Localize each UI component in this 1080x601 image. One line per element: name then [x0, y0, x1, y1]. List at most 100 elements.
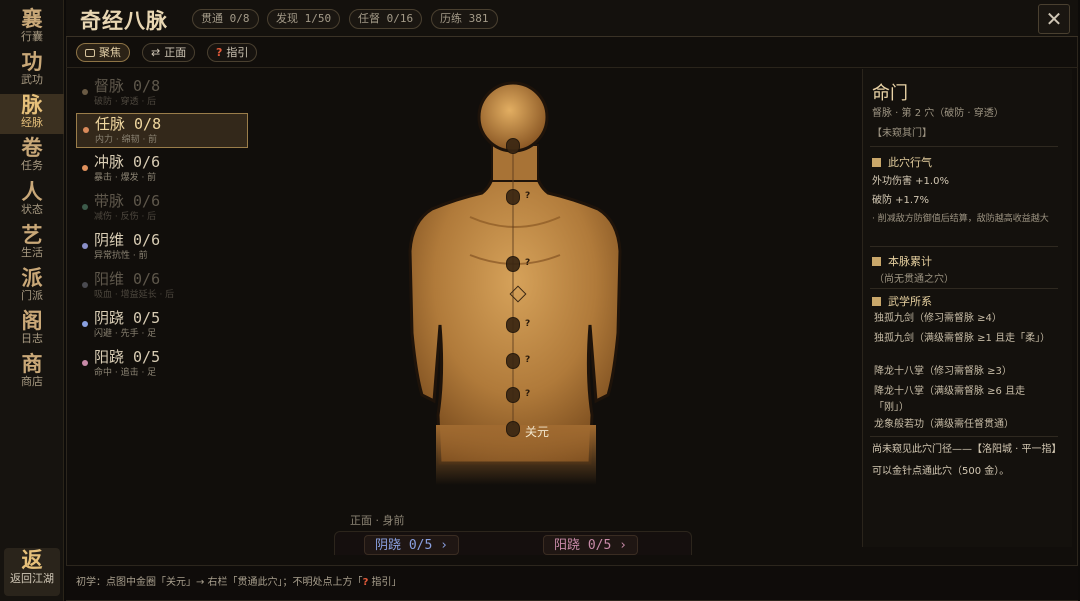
- question-icon: ?: [525, 389, 531, 399]
- question-icon: ?: [525, 191, 531, 201]
- focus-icon: [85, 49, 95, 57]
- meridian-tags: 暴击 · 爆发 · 前: [94, 173, 157, 183]
- nav-label: 商店: [21, 375, 43, 388]
- close-icon: ✕: [1045, 7, 1063, 31]
- nav-item-bag[interactable]: 襄行囊: [0, 6, 64, 44]
- acupoint-marker[interactable]: [506, 421, 520, 437]
- footer-tip: 初学：点图中金圈「关元」→ 右栏「贯通此穴」；不明处点上方「? 指引」: [76, 573, 402, 588]
- meridian-dot-icon: [82, 243, 88, 249]
- footer-tip-text: 指引」: [368, 577, 402, 588]
- nav-item-shop[interactable]: 商商店: [0, 351, 64, 389]
- acupoint-marker[interactable]: [506, 189, 520, 205]
- next-meridian-link[interactable]: 阳跷 0/5 ›: [543, 535, 638, 555]
- acupoint-marker[interactable]: [506, 387, 520, 403]
- section-title: 本脉累计: [888, 255, 932, 268]
- shop-icon: 商: [21, 351, 43, 376]
- meridian-name: 督脉 0/8: [94, 77, 161, 95]
- section-accumulated: 本脉累计: [872, 253, 932, 269]
- focus-toggle[interactable]: 聚焦: [76, 43, 130, 62]
- nav-label: 日志: [21, 332, 43, 345]
- meridian-tags: 内力 · 绵韧 · 前: [95, 135, 158, 145]
- square-icon: [872, 158, 881, 167]
- skill-requirement: 独孤九剑（满级需督脉 ≥1 且走「柔」）: [874, 333, 1051, 344]
- meridian-name: 阴跷 0/5: [94, 309, 161, 327]
- acupoint-title: 命门: [872, 83, 908, 104]
- meridian-name: 带脉 0/6: [94, 192, 161, 210]
- stat-connected: 贯通 0/8: [192, 9, 259, 29]
- divider: [66, 67, 1078, 68]
- meridian-item[interactable]: 阴跷 0/5 闪避 · 先手 · 足: [76, 308, 248, 343]
- return-icon: 返: [21, 547, 43, 572]
- nav-item-quests[interactable]: 卷任务: [0, 135, 64, 173]
- acupoint-marker[interactable]: [506, 138, 520, 154]
- guide-button[interactable]: ? 指引: [207, 43, 258, 62]
- acupoint-status: 【未窥其门】: [872, 128, 932, 139]
- nav-item-martial-arts[interactable]: 功武功: [0, 49, 64, 87]
- front-toggle[interactable]: ⇄ 正面: [142, 43, 196, 62]
- meridian-item[interactable]: 督脉 0/8 破防 · 穿透 · 后: [76, 76, 248, 111]
- nav-item-meridians[interactable]: 脉经脉: [0, 94, 64, 134]
- side-nav: 襄行囊 功武功 脉经脉 卷任务 人状态 艺生活 派门派 阁日志 商商店 返返回江…: [0, 0, 64, 601]
- section-title: 此穴行气: [888, 156, 932, 169]
- acupoint-hint: 尚未窥见此穴门径——【洛阳城 · 平一指】可以金针点通此穴（500 金）。: [872, 444, 1057, 477]
- meridian-item[interactable]: 阳跷 0/5 命中 · 追击 · 足: [76, 347, 248, 382]
- acupoint-marker[interactable]: [506, 353, 520, 369]
- question-icon: ?: [216, 46, 223, 59]
- meridian-item[interactable]: 任脉 0/8 内力 · 绵韧 · 前: [76, 113, 248, 148]
- nav-item-sect[interactable]: 派门派: [0, 265, 64, 303]
- acupoint-marker[interactable]: [506, 317, 520, 333]
- nav-label: 状态: [21, 203, 43, 216]
- meridian-icon: 脉: [21, 92, 43, 117]
- stat-experience: 历练 381: [431, 9, 498, 29]
- divider: [870, 288, 1058, 289]
- return-button[interactable]: 返返回江湖: [4, 548, 60, 596]
- prev-meridian-link[interactable]: 阴跷 0/5 ›: [364, 535, 459, 555]
- meridian-item[interactable]: 冲脉 0/6 暴击 · 爆发 · 前: [76, 152, 248, 187]
- journal-icon: 阁: [21, 308, 43, 333]
- nav-item-life[interactable]: 艺生活: [0, 222, 64, 260]
- stat-discovered: 发现 1/50: [267, 9, 341, 29]
- swap-icon: ⇄: [151, 46, 161, 59]
- section-skills: 武学所系: [872, 293, 932, 309]
- return-label: 返回江湖: [10, 572, 54, 585]
- nav-label: 行囊: [21, 30, 43, 43]
- acupoint-marker[interactable]: [506, 256, 520, 272]
- meridian-name: 阳跷 0/5: [94, 348, 161, 366]
- bag-icon: 襄: [21, 6, 43, 31]
- meridian-item[interactable]: 阳维 0/6 吸血 · 增益延长 · 后: [76, 269, 248, 304]
- nav-label: 门派: [21, 289, 43, 302]
- meridian-dot-icon: [82, 89, 88, 95]
- divider: [870, 146, 1058, 147]
- focus-label: 聚焦: [99, 46, 121, 59]
- martial-arts-icon: 功: [21, 49, 43, 74]
- divider: [870, 246, 1058, 247]
- effect-line: 破防 +1.7%: [872, 195, 929, 206]
- divider: [870, 436, 1058, 437]
- sect-icon: 派: [21, 265, 43, 290]
- nav-label: 生活: [21, 246, 43, 259]
- skill-requirement: 龙象般若功（满级需任督贯通）: [874, 419, 1014, 430]
- meridian-name: 任脉 0/8: [95, 115, 162, 133]
- close-button[interactable]: ✕: [1038, 4, 1070, 34]
- meridian-dot-icon: [82, 321, 88, 327]
- nav-item-journal[interactable]: 阁日志: [0, 308, 64, 346]
- meridian-tags: 吸血 · 增益延长 · 后: [94, 290, 175, 300]
- craft-icon: 艺: [21, 222, 43, 247]
- nav-label: 经脉: [21, 116, 43, 129]
- scroll-icon: 卷: [21, 135, 43, 160]
- effect-line: 外功伤害 +1.0%: [872, 176, 949, 187]
- meridian-name: 冲脉 0/6: [94, 153, 161, 171]
- accumulated-text: （尚无贯通之穴）: [874, 274, 954, 285]
- stat-ren-du: 任督 0/16: [349, 9, 423, 29]
- meridian-item[interactable]: 带脉 0/6 减伤 · 反伤 · 后: [76, 191, 248, 226]
- guide-label: 指引: [226, 46, 249, 59]
- question-icon: ?: [525, 258, 531, 268]
- nav-label: 武功: [21, 73, 43, 86]
- meridian-item[interactable]: 阴维 0/6 异常抗性 · 前: [76, 230, 248, 265]
- meridian-tags: 闪避 · 先手 · 足: [94, 329, 157, 339]
- acupoint-subtitle: 督脉 · 第 2 穴（破防 · 穿透）: [872, 108, 1004, 119]
- footer-tip-text: 初学：点图中金圈「关元」→ 右栏「贯通此穴」；不明处点上方「: [76, 577, 363, 588]
- meridian-dot-icon: [83, 127, 89, 133]
- nav-item-status[interactable]: 人状态: [0, 181, 64, 217]
- front-label: 正面: [164, 46, 187, 59]
